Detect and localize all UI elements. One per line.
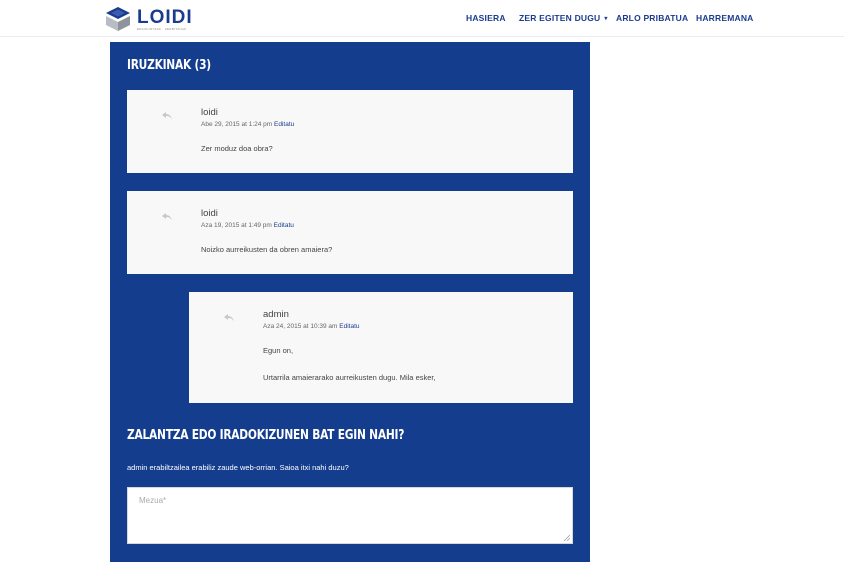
resize-handle-icon[interactable] bbox=[564, 535, 570, 541]
comment-text: Zer moduz doa obra? bbox=[201, 144, 273, 153]
comment-item: loidi Abe 29, 2015 at 1:24 pm Editatu Ze… bbox=[127, 90, 573, 173]
comment-date: Aza 24, 2015 at 10:39 am bbox=[263, 323, 338, 330]
comment-reply-item: admin Aza 24, 2015 at 10:39 am Editatu E… bbox=[189, 292, 573, 403]
comment-text: Noizko aurreikusten da obren amaiera? bbox=[201, 245, 333, 254]
comment-meta: Abe 29, 2015 at 1:24 pm Editatu bbox=[201, 121, 294, 128]
chevron-down-icon: ▾ bbox=[604, 16, 608, 22]
comment-text-line-2: Urtarrila amaierarako aurreikusten dugu.… bbox=[263, 373, 436, 382]
edit-link[interactable]: Editatu bbox=[339, 323, 359, 330]
comment-meta: Aza 24, 2015 at 10:39 am Editatu bbox=[263, 323, 360, 330]
comment-meta: Aza 19, 2015 at 1:49 pm Editatu bbox=[201, 222, 294, 229]
comment-date: Aza 19, 2015 at 1:49 pm bbox=[201, 222, 272, 229]
comment-author: loidi bbox=[201, 208, 218, 219]
logged-in-notice: admin erabiltzailea erabiliz zaude web-o… bbox=[127, 463, 349, 472]
comment-date: Abe 29, 2015 at 1:24 pm bbox=[201, 121, 273, 128]
nav-item-hasiera[interactable]: HASIERA bbox=[466, 13, 506, 23]
comment-author: admin bbox=[263, 309, 289, 320]
brand-tagline: ERAIKUNTZAK · ZERBITZUAK bbox=[137, 26, 187, 31]
comments-section: IRUZKINAK (3) loidi Abe 29, 2015 at 1:24… bbox=[110, 42, 590, 562]
edit-link[interactable]: Editatu bbox=[274, 121, 294, 128]
message-textarea[interactable]: Mezua* bbox=[127, 487, 573, 544]
reply-arrow-icon[interactable] bbox=[162, 112, 172, 120]
comment-item: loidi Aza 19, 2015 at 1:49 pm Editatu No… bbox=[127, 191, 573, 274]
comment-author: loidi bbox=[201, 107, 218, 118]
nav-item-arlo-pribatua[interactable]: ARLO PRIBATUA bbox=[616, 13, 688, 23]
comment-text: Egun on, bbox=[263, 346, 294, 355]
nav-item-zer-egiten-dugu[interactable]: ZER EGITEN DUGU ▾ bbox=[519, 13, 608, 23]
edit-link[interactable]: Editatu bbox=[274, 222, 294, 229]
comments-title: IRUZKINAK (3) bbox=[127, 58, 211, 73]
nav-item-harremana[interactable]: HARREMANA bbox=[696, 13, 754, 23]
reply-arrow-icon[interactable] bbox=[224, 314, 234, 322]
site-header: LOIDI ERAIKUNTZAK · ZERBITZUAK HASIERA Z… bbox=[0, 0, 844, 37]
reply-arrow-icon[interactable] bbox=[162, 213, 172, 221]
message-placeholder: Mezua* bbox=[139, 496, 167, 505]
nav-item-label: ZER EGITEN DUGU bbox=[519, 13, 601, 23]
reply-form-title: ZALANTZA EDO IRADOKIZUNEN BAT EGIN NAHI? bbox=[127, 428, 405, 443]
main-nav: HASIERA ZER EGITEN DUGU ▾ ARLO PRIBATUA H… bbox=[0, 13, 844, 25]
